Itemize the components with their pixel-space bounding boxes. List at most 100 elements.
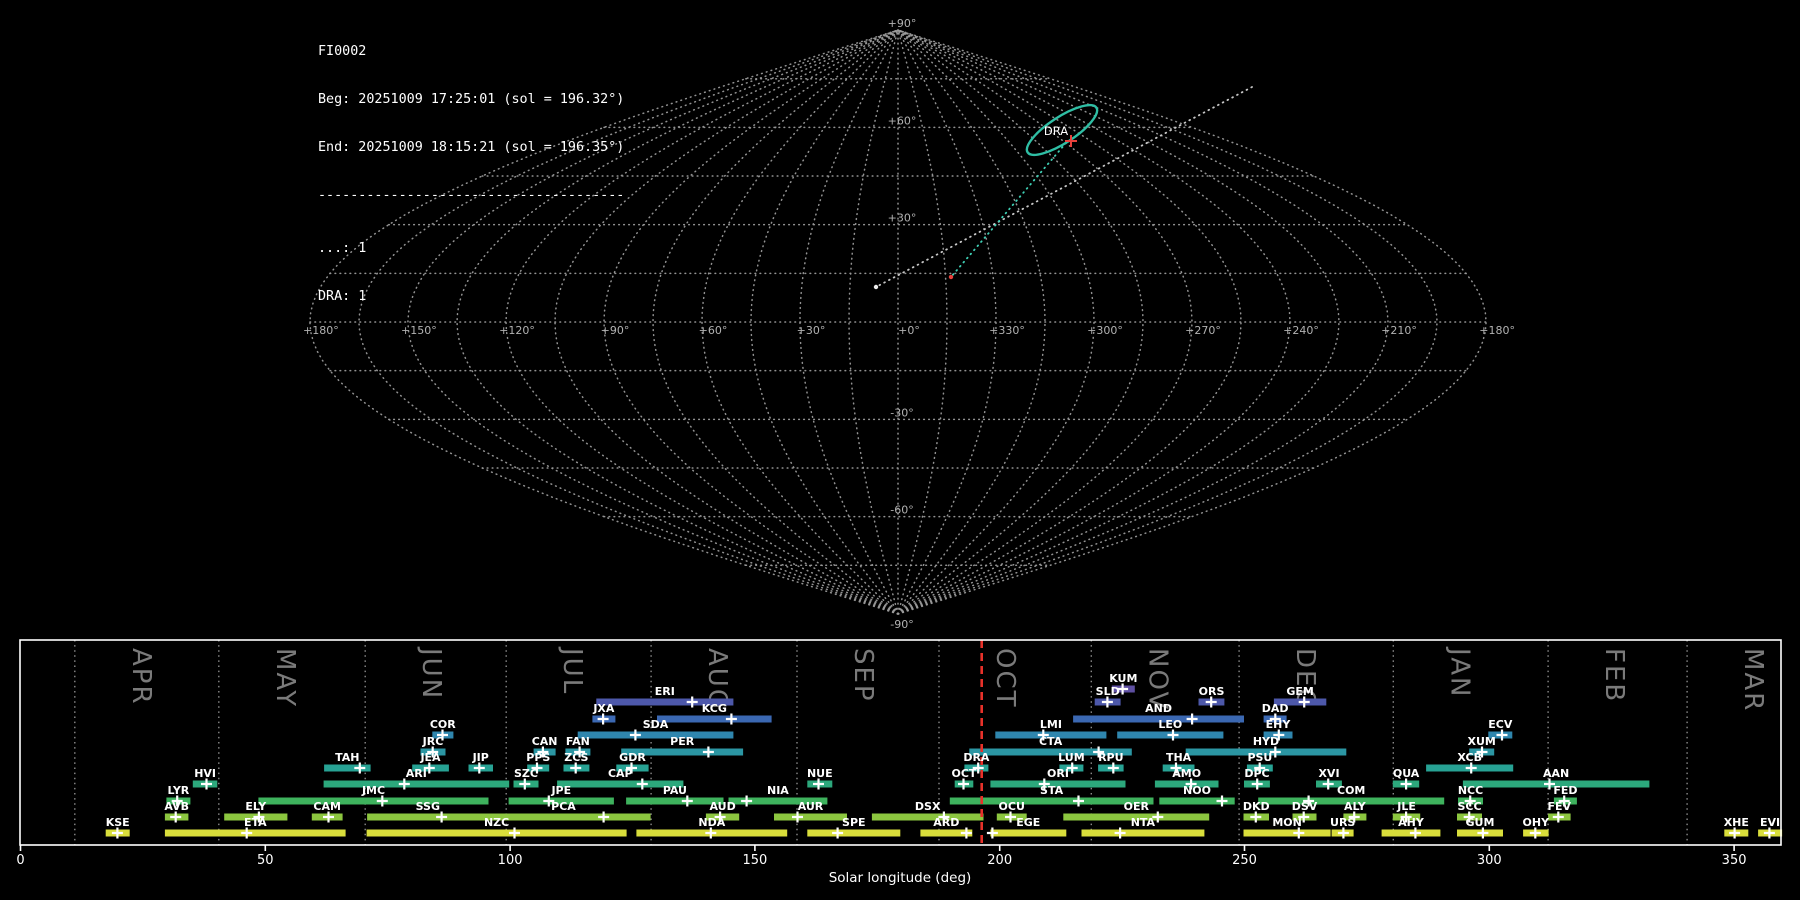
x-tick-label: 100 [498, 853, 523, 868]
shower-code-spe: SPE [842, 816, 866, 829]
x-axis-title: Solar longitude (deg) [829, 870, 972, 886]
shower-code-avb: AVB [164, 800, 189, 813]
shower-code-cta: CTA [1039, 735, 1063, 748]
lat-label: +30° [888, 212, 917, 225]
lon-label: +30° [797, 324, 826, 337]
peak-marker-jxa [597, 713, 609, 725]
peak-marker-xcb [1465, 762, 1477, 774]
peak-marker-oct [958, 778, 969, 790]
shower-code-pca: PCA [551, 800, 576, 813]
shower-code-jmc: JMC [361, 784, 385, 797]
shower-spe [807, 829, 901, 837]
peak-marker-nta [1114, 827, 1126, 839]
shower-code-hvi: HVI [194, 767, 216, 780]
peak-marker-ohy [1529, 827, 1541, 839]
shower-eta [164, 829, 346, 837]
shower-code-fed: FED [1553, 784, 1577, 797]
peak-marker-eta [241, 827, 253, 839]
lat-label: +60° [888, 114, 917, 127]
peak-marker-zcs [570, 762, 582, 774]
month-labels: APR MAY JUN JUL AUG SEP OCT NOV DEC JAN FEB MAR [126, 646, 1768, 712]
x-tick-label: 300 [1477, 853, 1502, 868]
shower-code-cam: CAM [313, 800, 341, 813]
peak-marker-cap [636, 778, 648, 790]
peak-marker-ard [960, 827, 972, 839]
shower-code-gdr: GDR [619, 751, 646, 764]
shower-code-dra: DRA [963, 751, 990, 764]
shower-code-gem: GEM [1286, 685, 1314, 698]
x-axis: 0 50 100 150 200 250 300 350 Solar longitude (de… [16, 845, 1747, 886]
shower-ssg [367, 813, 489, 821]
shower-ege [990, 829, 1067, 837]
shower-code-zcs: ZCS [564, 751, 588, 764]
shower-code-tha: THA [1166, 751, 1192, 764]
shower-code-aly: ALY [1344, 800, 1367, 813]
shower-code-xvi: XVI [1318, 767, 1339, 780]
info-separator: -------------------------------------- [318, 188, 625, 203]
peak-marker-szc [519, 778, 531, 790]
x-tick-label: 250 [1232, 853, 1257, 868]
lon-label: +180° [1479, 324, 1515, 337]
month-label-jul: JUL [557, 646, 587, 695]
peak-marker-xhe [1729, 827, 1741, 839]
peak-marker-cam [323, 811, 334, 823]
shower-code-hyd: HYD [1253, 735, 1279, 748]
trail-end-dot [948, 274, 954, 280]
peak-marker-per [702, 746, 714, 758]
shower-code-aan: AAN [1543, 767, 1569, 780]
lon-label: +300° [1087, 324, 1123, 337]
peak-marker-kse [111, 827, 123, 839]
lon-label: +60° [699, 324, 728, 337]
shower-code-sld: SLD [1096, 685, 1120, 698]
month-label-mar: MAR [1738, 648, 1768, 712]
sporadic-count: ...: 1 [318, 241, 367, 256]
shower-code-noo: NOO [1183, 784, 1211, 797]
shower-code-oer: OER [1124, 800, 1150, 813]
peak-marker-xvi [1322, 778, 1334, 790]
peak-marker-ahy [1409, 827, 1421, 839]
peak-marker-qua [1400, 778, 1412, 790]
shower-code-ors: ORS [1199, 685, 1225, 698]
peak-marker-leo [1167, 729, 1179, 741]
x-tick-label: 350 [1722, 853, 1747, 868]
shower-code-sta: STA [1040, 784, 1064, 797]
month-label-may: MAY [270, 648, 300, 708]
shower-nzc [366, 829, 627, 837]
shower-code-jle: JLE [1396, 800, 1416, 813]
shower-code-jip: JIP [472, 751, 489, 764]
lat-label: -30° [890, 406, 913, 419]
peak-marker-hvi [201, 778, 212, 790]
station-id: FI0002 [318, 44, 367, 59]
peak-marker-jip [473, 762, 485, 774]
month-label-apr: APR [126, 648, 156, 706]
shower-code-and: AND [1145, 702, 1172, 715]
peak-marker-nzc [509, 827, 520, 839]
shower-code-jea: JEA [419, 751, 441, 764]
shower-code-fev: FEV [1548, 800, 1572, 813]
shower-code-com: COM [1337, 784, 1365, 797]
peak-marker-pca [598, 811, 610, 823]
lat-label: +90° [888, 17, 917, 30]
shower-code-eta: ETA [244, 816, 267, 829]
peak-marker-sta [1073, 795, 1084, 807]
shower-code-sda: SDA [643, 718, 669, 731]
radiant-dra: DRA [1025, 103, 1099, 157]
shower-code-gum: GUM [1466, 816, 1495, 829]
peak-marker-sda [629, 729, 641, 741]
shower-code-nda: NDA [698, 816, 725, 829]
radiant-label: DRA [1044, 124, 1068, 138]
x-tick-label: 50 [257, 853, 274, 868]
peak-marker-evi [1763, 827, 1775, 839]
shower-code-kse: KSE [106, 816, 130, 829]
shower-code-fan: FAN [566, 735, 590, 748]
peak-marker-dkd [1250, 811, 1262, 823]
peak-marker-dpc [1251, 778, 1263, 790]
shower-code-ari: ARI [406, 767, 427, 780]
shower-code-ocu: OCU [999, 800, 1025, 813]
lon-label: +0° [898, 324, 920, 337]
peak-marker-nda [705, 827, 717, 839]
shower-code-szc: SZC [514, 767, 538, 780]
lon-label: +330° [989, 324, 1025, 337]
peak-marker-pau [681, 795, 693, 807]
x-tick-label: 0 [16, 853, 24, 868]
